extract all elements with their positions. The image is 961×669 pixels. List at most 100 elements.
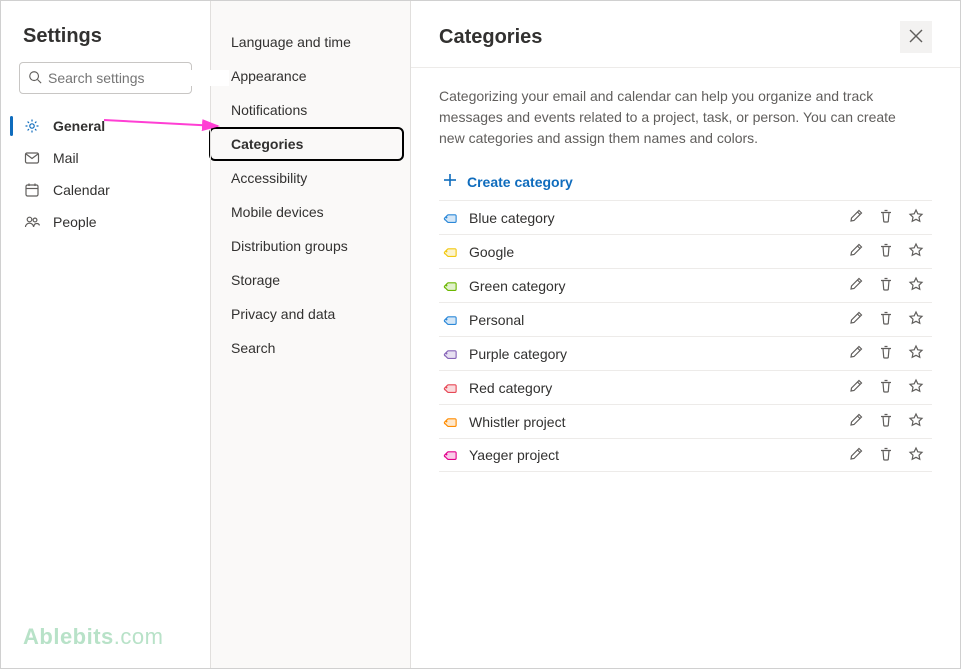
favorite-button[interactable] [908,242,924,261]
sidebar-item-calendar[interactable]: Calendar [1,174,210,206]
favorite-button[interactable] [908,446,924,465]
sidebar-item-label: People [53,214,97,230]
close-button[interactable] [900,21,932,53]
subnav-item[interactable]: Appearance [211,59,410,93]
page-title: Categories [439,26,542,49]
tag-icon [443,346,459,362]
mail-icon [23,150,41,166]
trash-icon [878,344,894,363]
category-label: Red category [469,380,838,396]
subnav-item-label: Distribution groups [231,238,348,254]
edit-button[interactable] [848,446,864,465]
sidebar-item-label: Calendar [53,182,110,198]
edit-button[interactable] [848,242,864,261]
sidebar-item-people[interactable]: People [1,206,210,238]
subnav-item[interactable]: Notifications [211,93,410,127]
subnav-item[interactable]: Privacy and data [211,297,410,331]
create-category-label: Create category [467,174,573,190]
trash-icon [878,412,894,431]
favorite-button[interactable] [908,378,924,397]
people-icon [23,214,41,230]
star-icon [908,276,924,295]
category-row: Red category [439,370,932,404]
edit-button[interactable] [848,344,864,363]
tag-icon [443,210,459,226]
favorite-button[interactable] [908,412,924,431]
category-row: Google [439,234,932,268]
plus-icon [443,173,457,190]
delete-button[interactable] [878,310,894,329]
star-icon [908,310,924,329]
subnav-item-label: Search [231,340,275,356]
create-category-button[interactable]: Create category [439,167,932,200]
edit-button[interactable] [848,378,864,397]
sidebar-item-mail[interactable]: Mail [1,142,210,174]
subnav-item-label: Notifications [231,102,307,118]
delete-button[interactable] [878,208,894,227]
pencil-icon [848,378,864,397]
star-icon [908,242,924,261]
tag-icon [443,380,459,396]
content-pane: Categories Categorizing your email and c… [411,1,960,668]
search-icon [28,70,42,87]
trash-icon [878,310,894,329]
trash-icon [878,446,894,465]
sidebar-item-label: General [53,118,105,134]
subnav-item[interactable]: Categories [209,127,404,161]
search-input[interactable] [48,70,229,86]
pencil-icon [848,276,864,295]
subnav-item[interactable]: Storage [211,263,410,297]
search-box[interactable] [19,62,192,94]
gear-icon [23,118,41,134]
delete-button[interactable] [878,344,894,363]
subnav-item[interactable]: Mobile devices [211,195,410,229]
category-row: Green category [439,268,932,302]
star-icon [908,446,924,465]
delete-button[interactable] [878,446,894,465]
subnav-item-label: Language and time [231,34,351,50]
tag-icon [443,312,459,328]
category-label: Green category [469,278,838,294]
category-row: Purple category [439,336,932,370]
subnav-item[interactable]: Distribution groups [211,229,410,263]
edit-button[interactable] [848,412,864,431]
close-icon [909,29,923,46]
tag-icon [443,447,459,463]
trash-icon [878,242,894,261]
subnav-item-label: Storage [231,272,280,288]
favorite-button[interactable] [908,344,924,363]
favorite-button[interactable] [908,276,924,295]
edit-button[interactable] [848,276,864,295]
edit-button[interactable] [848,208,864,227]
trash-icon [878,276,894,295]
pencil-icon [848,242,864,261]
delete-button[interactable] [878,276,894,295]
tag-icon [443,244,459,260]
subnav-item[interactable]: Search [211,331,410,365]
watermark: Ablebits.com [23,624,163,650]
category-row: Blue category [439,200,932,234]
subnav-item[interactable]: Accessibility [211,161,410,195]
delete-button[interactable] [878,412,894,431]
category-label: Yaeger project [469,447,838,463]
pencil-icon [848,412,864,431]
calendar-icon [23,182,41,198]
pencil-icon [848,446,864,465]
star-icon [908,378,924,397]
pencil-icon [848,208,864,227]
star-icon [908,344,924,363]
delete-button[interactable] [878,242,894,261]
favorite-button[interactable] [908,310,924,329]
sidebar-item-general[interactable]: General [1,110,210,142]
sidebar-secondary: Language and time Appearance Notifications… [211,1,411,668]
tag-icon [443,414,459,430]
favorite-button[interactable] [908,208,924,227]
trash-icon [878,208,894,227]
edit-button[interactable] [848,310,864,329]
pencil-icon [848,310,864,329]
subnav-item-label: Mobile devices [231,204,324,220]
subnav-item[interactable]: Language and time [211,25,410,59]
category-row: Yaeger project [439,438,932,472]
subnav-item-label: Accessibility [231,170,307,186]
delete-button[interactable] [878,378,894,397]
